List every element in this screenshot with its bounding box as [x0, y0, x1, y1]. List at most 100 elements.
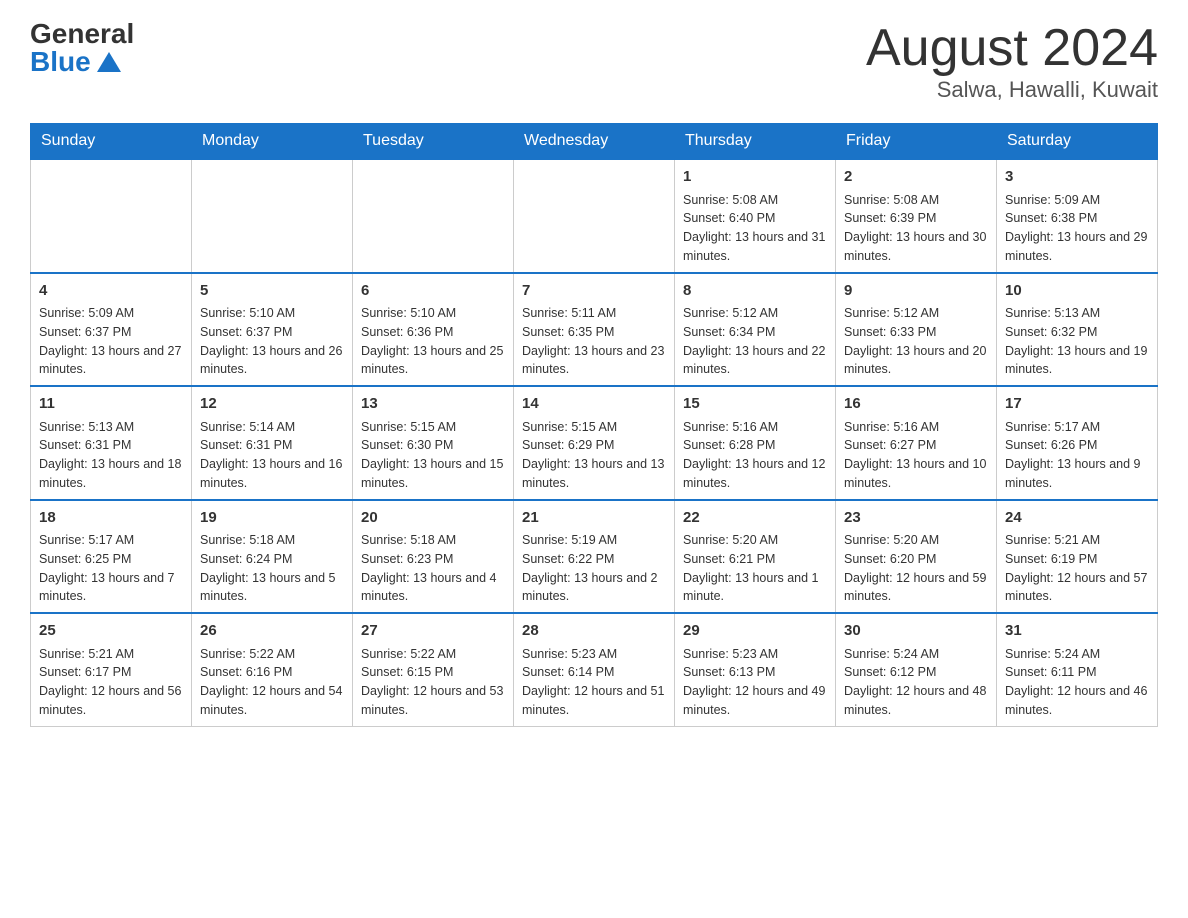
day-number: 14	[522, 393, 666, 416]
day-number: 20	[361, 507, 505, 530]
logo-triangle-icon	[97, 52, 121, 72]
calendar-cell: 3Sunrise: 5:09 AMSunset: 6:38 PMDaylight…	[997, 159, 1158, 273]
day-number: 29	[683, 620, 827, 643]
calendar-week-row: 11Sunrise: 5:13 AMSunset: 6:31 PMDayligh…	[31, 386, 1158, 500]
logo: General Blue	[30, 20, 134, 76]
day-info: Sunrise: 5:22 AMSunset: 6:16 PMDaylight:…	[200, 645, 344, 720]
calendar-cell: 2Sunrise: 5:08 AMSunset: 6:39 PMDaylight…	[836, 159, 997, 273]
calendar-week-row: 4Sunrise: 5:09 AMSunset: 6:37 PMDaylight…	[31, 273, 1158, 387]
day-info: Sunrise: 5:23 AMSunset: 6:14 PMDaylight:…	[522, 645, 666, 720]
day-info: Sunrise: 5:11 AMSunset: 6:35 PMDaylight:…	[522, 304, 666, 379]
day-info: Sunrise: 5:17 AMSunset: 6:25 PMDaylight:…	[39, 531, 183, 606]
day-info: Sunrise: 5:16 AMSunset: 6:28 PMDaylight:…	[683, 418, 827, 493]
calendar-cell: 20Sunrise: 5:18 AMSunset: 6:23 PMDayligh…	[353, 500, 514, 614]
calendar-cell: 8Sunrise: 5:12 AMSunset: 6:34 PMDaylight…	[675, 273, 836, 387]
day-number: 23	[844, 507, 988, 530]
calendar-cell: 29Sunrise: 5:23 AMSunset: 6:13 PMDayligh…	[675, 613, 836, 726]
day-number: 19	[200, 507, 344, 530]
logo-blue-text: Blue	[30, 48, 121, 76]
day-number: 26	[200, 620, 344, 643]
calendar-week-row: 25Sunrise: 5:21 AMSunset: 6:17 PMDayligh…	[31, 613, 1158, 726]
calendar-cell: 16Sunrise: 5:16 AMSunset: 6:27 PMDayligh…	[836, 386, 997, 500]
calendar-cell: 19Sunrise: 5:18 AMSunset: 6:24 PMDayligh…	[192, 500, 353, 614]
calendar-cell: 6Sunrise: 5:10 AMSunset: 6:36 PMDaylight…	[353, 273, 514, 387]
day-info: Sunrise: 5:21 AMSunset: 6:17 PMDaylight:…	[39, 645, 183, 720]
calendar-subtitle: Salwa, Hawalli, Kuwait	[866, 77, 1158, 103]
day-number: 4	[39, 280, 183, 303]
day-number: 11	[39, 393, 183, 416]
calendar-cell: 13Sunrise: 5:15 AMSunset: 6:30 PMDayligh…	[353, 386, 514, 500]
day-number: 16	[844, 393, 988, 416]
day-info: Sunrise: 5:10 AMSunset: 6:37 PMDaylight:…	[200, 304, 344, 379]
day-info: Sunrise: 5:21 AMSunset: 6:19 PMDaylight:…	[1005, 531, 1149, 606]
day-info: Sunrise: 5:08 AMSunset: 6:40 PMDaylight:…	[683, 191, 827, 266]
day-info: Sunrise: 5:08 AMSunset: 6:39 PMDaylight:…	[844, 191, 988, 266]
calendar-day-header: Sunday	[31, 124, 192, 160]
calendar-title: August 2024	[866, 20, 1158, 77]
calendar-cell: 12Sunrise: 5:14 AMSunset: 6:31 PMDayligh…	[192, 386, 353, 500]
day-number: 10	[1005, 280, 1149, 303]
calendar-cell: 14Sunrise: 5:15 AMSunset: 6:29 PMDayligh…	[514, 386, 675, 500]
calendar-day-header: Saturday	[997, 124, 1158, 160]
calendar-week-row: 1Sunrise: 5:08 AMSunset: 6:40 PMDaylight…	[31, 159, 1158, 273]
calendar-cell: 9Sunrise: 5:12 AMSunset: 6:33 PMDaylight…	[836, 273, 997, 387]
calendar-cell: 31Sunrise: 5:24 AMSunset: 6:11 PMDayligh…	[997, 613, 1158, 726]
day-info: Sunrise: 5:12 AMSunset: 6:34 PMDaylight:…	[683, 304, 827, 379]
calendar-cell: 24Sunrise: 5:21 AMSunset: 6:19 PMDayligh…	[997, 500, 1158, 614]
calendar-table: SundayMondayTuesdayWednesdayThursdayFrid…	[30, 123, 1158, 727]
calendar-cell: 30Sunrise: 5:24 AMSunset: 6:12 PMDayligh…	[836, 613, 997, 726]
day-info: Sunrise: 5:10 AMSunset: 6:36 PMDaylight:…	[361, 304, 505, 379]
calendar-cell: 18Sunrise: 5:17 AMSunset: 6:25 PMDayligh…	[31, 500, 192, 614]
page-header: General Blue August 2024 Salwa, Hawalli,…	[30, 20, 1158, 103]
day-info: Sunrise: 5:14 AMSunset: 6:31 PMDaylight:…	[200, 418, 344, 493]
calendar-cell: 23Sunrise: 5:20 AMSunset: 6:20 PMDayligh…	[836, 500, 997, 614]
day-number: 9	[844, 280, 988, 303]
day-info: Sunrise: 5:20 AMSunset: 6:21 PMDaylight:…	[683, 531, 827, 606]
day-info: Sunrise: 5:13 AMSunset: 6:32 PMDaylight:…	[1005, 304, 1149, 379]
calendar-cell: 22Sunrise: 5:20 AMSunset: 6:21 PMDayligh…	[675, 500, 836, 614]
day-number: 12	[200, 393, 344, 416]
day-info: Sunrise: 5:20 AMSunset: 6:20 PMDaylight:…	[844, 531, 988, 606]
day-info: Sunrise: 5:09 AMSunset: 6:37 PMDaylight:…	[39, 304, 183, 379]
calendar-cell: 11Sunrise: 5:13 AMSunset: 6:31 PMDayligh…	[31, 386, 192, 500]
day-info: Sunrise: 5:22 AMSunset: 6:15 PMDaylight:…	[361, 645, 505, 720]
day-info: Sunrise: 5:16 AMSunset: 6:27 PMDaylight:…	[844, 418, 988, 493]
calendar-header-row: SundayMondayTuesdayWednesdayThursdayFrid…	[31, 124, 1158, 160]
day-info: Sunrise: 5:23 AMSunset: 6:13 PMDaylight:…	[683, 645, 827, 720]
calendar-cell	[353, 159, 514, 273]
calendar-cell	[514, 159, 675, 273]
calendar-cell: 28Sunrise: 5:23 AMSunset: 6:14 PMDayligh…	[514, 613, 675, 726]
day-info: Sunrise: 5:17 AMSunset: 6:26 PMDaylight:…	[1005, 418, 1149, 493]
calendar-cell: 10Sunrise: 5:13 AMSunset: 6:32 PMDayligh…	[997, 273, 1158, 387]
day-number: 3	[1005, 166, 1149, 189]
title-block: August 2024 Salwa, Hawalli, Kuwait	[866, 20, 1158, 103]
calendar-day-header: Monday	[192, 124, 353, 160]
day-info: Sunrise: 5:19 AMSunset: 6:22 PMDaylight:…	[522, 531, 666, 606]
calendar-day-header: Wednesday	[514, 124, 675, 160]
calendar-cell: 15Sunrise: 5:16 AMSunset: 6:28 PMDayligh…	[675, 386, 836, 500]
day-number: 2	[844, 166, 988, 189]
calendar-day-header: Friday	[836, 124, 997, 160]
day-number: 7	[522, 280, 666, 303]
day-number: 25	[39, 620, 183, 643]
calendar-cell: 4Sunrise: 5:09 AMSunset: 6:37 PMDaylight…	[31, 273, 192, 387]
day-number: 21	[522, 507, 666, 530]
day-number: 15	[683, 393, 827, 416]
day-number: 27	[361, 620, 505, 643]
day-number: 22	[683, 507, 827, 530]
day-number: 6	[361, 280, 505, 303]
calendar-cell: 1Sunrise: 5:08 AMSunset: 6:40 PMDaylight…	[675, 159, 836, 273]
day-number: 1	[683, 166, 827, 189]
logo-general-text: General	[30, 20, 134, 48]
day-info: Sunrise: 5:15 AMSunset: 6:29 PMDaylight:…	[522, 418, 666, 493]
day-info: Sunrise: 5:12 AMSunset: 6:33 PMDaylight:…	[844, 304, 988, 379]
calendar-cell: 27Sunrise: 5:22 AMSunset: 6:15 PMDayligh…	[353, 613, 514, 726]
day-number: 13	[361, 393, 505, 416]
calendar-cell: 5Sunrise: 5:10 AMSunset: 6:37 PMDaylight…	[192, 273, 353, 387]
day-info: Sunrise: 5:09 AMSunset: 6:38 PMDaylight:…	[1005, 191, 1149, 266]
calendar-cell: 21Sunrise: 5:19 AMSunset: 6:22 PMDayligh…	[514, 500, 675, 614]
day-number: 30	[844, 620, 988, 643]
day-info: Sunrise: 5:24 AMSunset: 6:12 PMDaylight:…	[844, 645, 988, 720]
calendar-cell: 25Sunrise: 5:21 AMSunset: 6:17 PMDayligh…	[31, 613, 192, 726]
day-number: 28	[522, 620, 666, 643]
